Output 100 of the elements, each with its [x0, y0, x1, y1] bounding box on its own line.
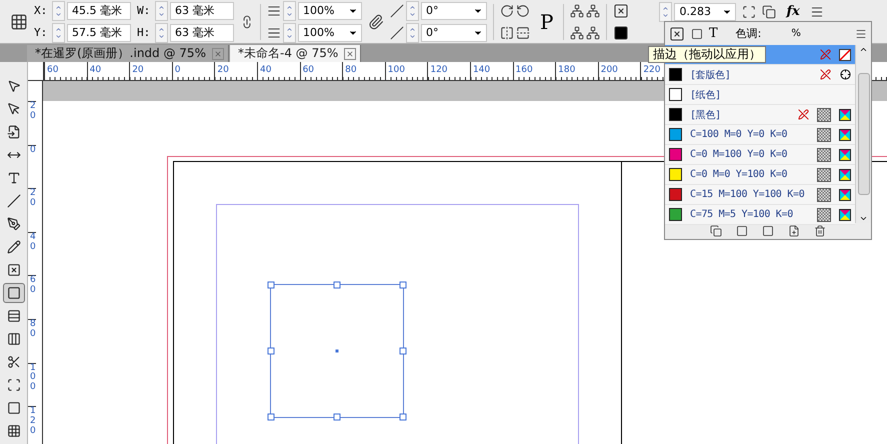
flip-icon[interactable]	[516, 26, 530, 40]
rotate-cw-icon[interactable]	[500, 4, 514, 18]
ruler-label: 0	[28, 144, 36, 188]
tooltip: 描边（拖动以应用）	[648, 46, 766, 63]
ruler-label: 140	[470, 62, 513, 80]
swatch-name: C=15 M=100 Y=100 K=0	[690, 189, 806, 200]
ruler-label: 0	[172, 62, 214, 80]
rotate-ccw-icon[interactable]	[516, 4, 530, 18]
color-icon[interactable]	[736, 225, 748, 237]
swatch-row[interactable]: C=15 M=100 Y=100 K=0	[665, 185, 855, 205]
swatch-row[interactable]: C=75 M=5 Y=100 K=0	[665, 205, 855, 225]
document-tab[interactable]: *未命名-4 @ 75%	[230, 45, 362, 62]
ruler-label: 80	[28, 318, 36, 363]
cmyk-icon	[839, 128, 851, 140]
distribute-icon[interactable]	[586, 4, 600, 18]
swatch-name: [套版色]	[690, 68, 732, 82]
close-icon[interactable]	[344, 48, 356, 60]
field-label: H:	[137, 26, 152, 39]
rectangle-icon[interactable]	[2, 283, 24, 303]
number-field[interactable]: 57.5 毫米	[67, 24, 131, 42]
swatch-row[interactable]: C=0 M=100 Y=0 K=0	[665, 145, 855, 165]
distribute-icon[interactable]	[570, 4, 584, 18]
panel-menu-icon[interactable]	[855, 28, 867, 40]
ruler-label: 200	[598, 62, 640, 80]
checker-icon	[817, 168, 831, 182]
ruler-label: 20	[28, 188, 36, 232]
ruler-label: 40	[256, 62, 300, 80]
scroll-up-icon[interactable]	[859, 45, 868, 54]
swatch-name: C=100 M=0 Y=0 K=0	[690, 129, 788, 140]
text-letter[interactable]: T	[709, 26, 718, 41]
show-swatches-icon[interactable]	[710, 225, 722, 237]
ruler-label: 20	[129, 62, 172, 80]
cmyk-icon	[839, 168, 851, 180]
ruler-label: 40	[86, 62, 130, 80]
checker-icon	[817, 208, 831, 222]
field-label: Y:	[34, 26, 48, 39]
reference-point-icon[interactable]	[10, 12, 28, 30]
ruler-label: 180	[555, 62, 598, 80]
swatch-row[interactable]: [套版色]	[665, 65, 855, 85]
ruler-label: 60	[44, 62, 87, 80]
ruler-label: 80	[342, 62, 385, 80]
spinner[interactable]	[155, 0, 168, 20]
close-icon[interactable]	[212, 48, 224, 60]
container-icon[interactable]	[691, 28, 703, 40]
swatch-name: [黑色]	[690, 108, 722, 122]
ruler-label: 20	[28, 101, 36, 145]
cmyk-icon	[839, 208, 851, 220]
dropdown-field[interactable]: 0°	[421, 2, 487, 20]
dropdown-field[interactable]: 0°	[421, 24, 487, 42]
cmyk-icon	[839, 108, 851, 120]
fill-swatch-icon[interactable]	[613, 24, 630, 40]
ruler-label: 100	[28, 362, 36, 406]
checker-icon	[817, 108, 831, 122]
ruler-label: 20	[214, 62, 257, 80]
field-label: W:	[137, 4, 152, 17]
document-tab[interactable]: *在暹罗(原画册）.indd @ 75%	[27, 45, 229, 62]
number-field[interactable]: 63 毫米	[170, 2, 234, 20]
scroll-down-icon[interactable]	[859, 214, 868, 223]
swatch-name: [纸色]	[690, 88, 722, 102]
ruler-label: 60	[300, 62, 342, 80]
content-letter[interactable]: P	[536, 10, 558, 34]
angle-icon[interactable]	[390, 4, 404, 18]
distribute-icon[interactable]	[570, 26, 584, 40]
shear-icon[interactable]	[390, 26, 404, 40]
stroke-fill-icon[interactable]	[669, 26, 685, 42]
chain-icon[interactable]	[368, 14, 384, 30]
frame-icon[interactable]	[742, 4, 756, 18]
swatch-row[interactable]: [黑色]	[665, 105, 855, 125]
menu-icon[interactable]	[810, 4, 824, 18]
swatch-name: C=0 M=0 Y=100 K=0	[690, 169, 788, 180]
ruler-label: 100	[384, 62, 428, 80]
effects-letter[interactable]: fx	[782, 4, 804, 19]
spinner[interactable]	[52, 22, 65, 42]
number-field[interactable]: 45.5 毫米	[67, 2, 131, 20]
swatch-row[interactable]: C=0 M=0 Y=100 K=0	[665, 165, 855, 185]
ruler-label: 160	[512, 62, 556, 80]
dropdown-field[interactable]: 100%	[298, 2, 362, 20]
field-label: X:	[34, 4, 48, 17]
spinner[interactable]	[52, 0, 65, 20]
none-swatch-icon	[839, 48, 851, 60]
ruler-label: 120	[427, 62, 470, 80]
tint-value: %	[791, 28, 802, 39]
trash-icon[interactable]	[814, 225, 826, 237]
new-swatch-icon[interactable]	[788, 225, 800, 237]
swatch-row[interactable]: [纸色]	[665, 85, 855, 105]
selected-frame[interactable]	[270, 284, 404, 418]
swatch-row[interactable]: C=100 M=0 Y=0 K=0	[665, 125, 855, 145]
spinner[interactable]	[155, 22, 168, 42]
ruler-label: 60	[28, 275, 36, 319]
stroke-swatch-icon[interactable]	[613, 2, 630, 18]
dropdown-field[interactable]: 100%	[298, 24, 362, 42]
swatch-name: C=0 M=100 Y=0 K=0	[690, 149, 788, 160]
checker-icon	[817, 188, 831, 202]
dropdown-field[interactable]: 0.283	[674, 2, 736, 20]
flip-icon[interactable]	[500, 26, 514, 40]
number-field[interactable]: 63 毫米	[170, 24, 234, 42]
shadow-icon[interactable]	[762, 4, 776, 18]
checker-icon	[817, 148, 831, 162]
crosshair-icon	[839, 68, 851, 80]
distribute-icon[interactable]	[586, 26, 600, 40]
